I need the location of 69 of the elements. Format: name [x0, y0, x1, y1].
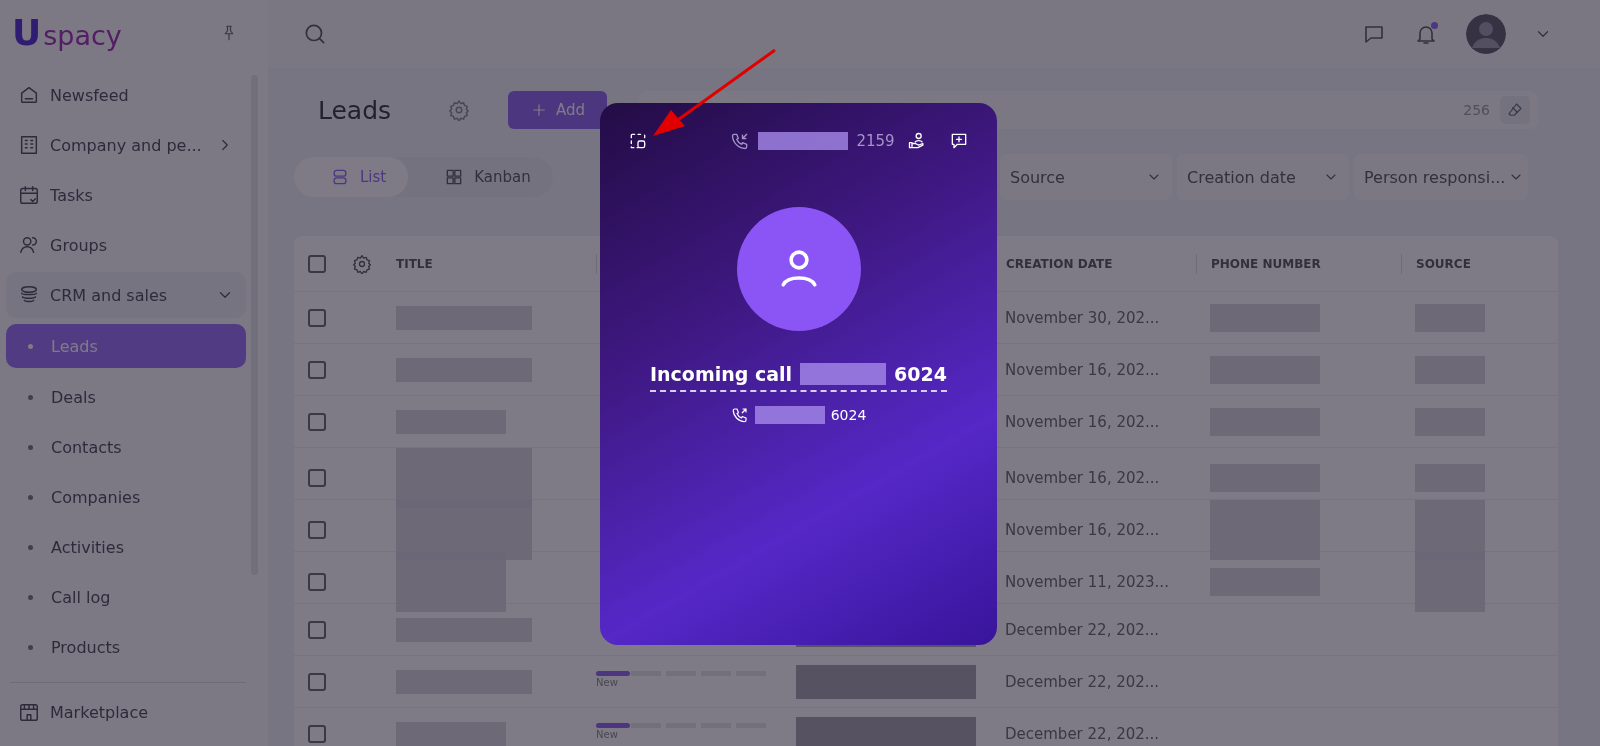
date-text: November 16, 202... [1005, 469, 1160, 487]
date-text: November 16, 202... [1005, 412, 1160, 431]
person-hand-icon[interactable] [907, 131, 927, 151]
phone-number: 6024 [894, 363, 947, 385]
bullet-dot [28, 444, 33, 450]
checkbox[interactable] [308, 254, 326, 273]
sidebar-item[interactable]: Marketplace [6, 687, 246, 737]
caller-number: 2159 [856, 132, 895, 150]
sidebar-item[interactable]: Tasks [6, 170, 246, 220]
bullet-dot [28, 594, 33, 600]
avatar[interactable] [1466, 14, 1506, 54]
sidebar-item[interactable]: Leads [6, 324, 246, 368]
sidebar-item[interactable]: Contacts [6, 422, 246, 472]
settings-icon[interactable] [448, 99, 470, 121]
checkbox[interactable] [308, 360, 326, 379]
bullet-dot [28, 644, 33, 650]
redacted-block [754, 406, 825, 424]
add-button[interactable]: Add [508, 91, 608, 129]
sidebar-item[interactable]: Newsfeed [6, 70, 246, 120]
date-text: November 11, 2023... [1005, 573, 1169, 591]
date-text: December 22, 202... [1005, 672, 1160, 691]
add-comment-icon[interactable] [949, 131, 969, 151]
outgoing-call-icon [730, 406, 749, 424]
bullet-dot [28, 544, 33, 550]
page-title: Leads [318, 95, 393, 125]
checkbox[interactable] [308, 620, 326, 639]
checkbox[interactable] [308, 521, 326, 539]
date-text: November 16, 202... [1005, 521, 1160, 539]
settings-icon[interactable] [352, 253, 372, 274]
logo: U spacy [12, 15, 122, 51]
date-text: December 22, 202... [1005, 724, 1160, 743]
checkbox[interactable] [308, 469, 326, 487]
checkbox[interactable] [308, 724, 326, 743]
clear-button[interactable] [1500, 96, 1530, 124]
sidebar-item[interactable]: Companies [6, 472, 246, 522]
checkbox[interactable] [308, 412, 326, 431]
minimize-icon[interactable] [628, 131, 648, 151]
sidebar-item[interactable]: Call log [6, 572, 246, 622]
date-text: December 22, 202... [1005, 620, 1160, 639]
column-header[interactable]: PHONE NUMBER [1211, 256, 1321, 271]
checkbox[interactable] [308, 672, 326, 691]
store-icon [18, 701, 40, 723]
sidebar-item[interactable]: Groups [6, 220, 246, 270]
phone-number: 6024 [830, 407, 867, 423]
sidebar-item[interactable]: Company and pe... [6, 120, 246, 170]
column-header[interactable]: TITLE [396, 256, 433, 271]
view-tab[interactable]: List [294, 157, 409, 197]
bullet-dot [28, 494, 33, 500]
column-header[interactable]: SOURCE [1416, 256, 1471, 271]
column-header[interactable]: CREATION DATE [1006, 256, 1113, 271]
home-icon [18, 84, 40, 106]
sidebar-item[interactable]: Products [6, 622, 246, 672]
sidebar-item[interactable]: Activities [6, 522, 246, 572]
view-tab[interactable]: Kanban [408, 157, 553, 197]
sidebar-item[interactable]: CRM and sales [6, 272, 246, 318]
date-text: November 30, 202... [1005, 308, 1160, 327]
sidebar-item[interactable]: Deals [6, 372, 246, 422]
date-text: November 16, 202... [1005, 360, 1160, 379]
checkbox[interactable] [308, 308, 326, 327]
bullet-dot [28, 394, 33, 400]
calendar-icon [18, 184, 40, 206]
checkbox[interactable] [308, 573, 326, 591]
building-icon [18, 134, 40, 156]
eraser-icon [1506, 101, 1524, 119]
plus-icon [530, 101, 548, 119]
bullet-dot [28, 343, 33, 349]
users-icon [18, 234, 40, 256]
call-title: Incoming call [650, 363, 793, 385]
notifications-button[interactable] [1414, 22, 1438, 46]
